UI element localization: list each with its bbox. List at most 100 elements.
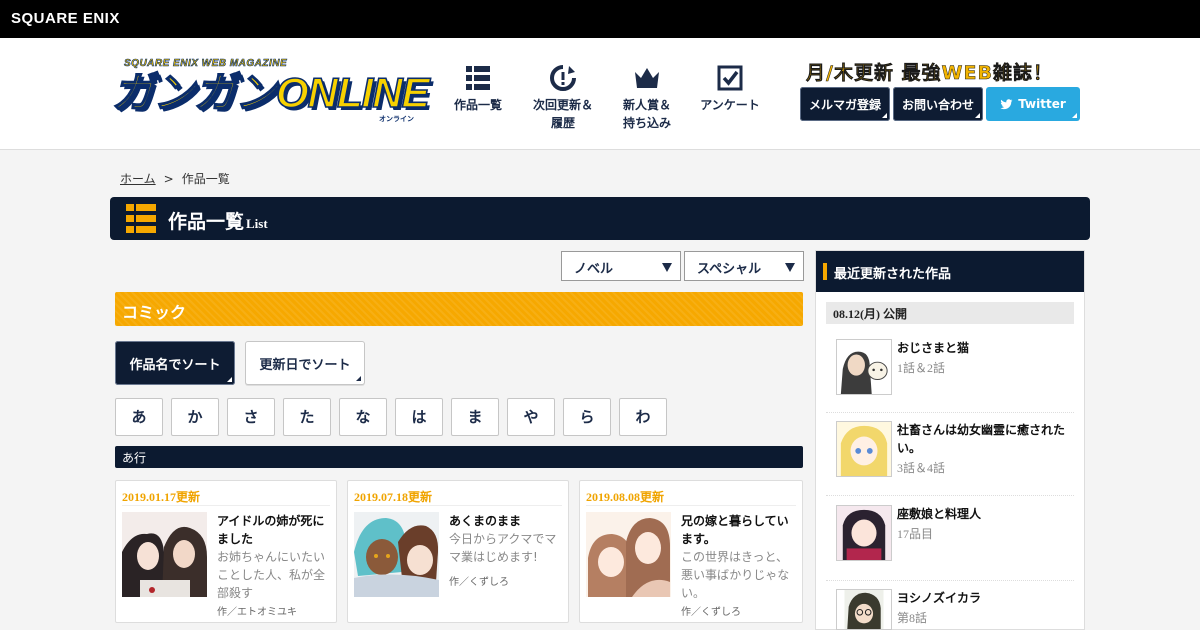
logo-title: ガンガンONLINE (111, 68, 430, 117)
square-enix-logo[interactable]: SQUARE ENIX (11, 10, 120, 27)
special-dropdown-label: スペシャル (697, 262, 762, 277)
work-card[interactable]: 2019.01.17更新 アイドルの姉が死にました お姉ちゃんにいたいことした人… (115, 480, 337, 623)
comic-section-heading: コミック (115, 292, 803, 326)
contact-label: お問い合わせ (901, 97, 974, 112)
work-thumbnail (586, 512, 671, 597)
sidebar-item-episode: 第8話 (897, 611, 928, 625)
corner-arrow-icon (975, 113, 980, 118)
nav-survey[interactable]: アンケート (690, 64, 770, 114)
sidebar-item-title: ヨシノズイカラ (897, 591, 982, 605)
sidebar-item-episode: 1話＆2話 (897, 361, 946, 375)
breadcrumb: ホーム > 作品一覧 (120, 170, 230, 187)
work-card[interactable]: 2019.08.08更新 兄の嫁と暮らしています。 この世界はきっと、悪い事ばか… (579, 480, 803, 623)
kana-filter-a[interactable]: あ (115, 398, 163, 436)
work-title: アイドルの姉が死にました (217, 514, 325, 546)
kana-filter-ka[interactable]: か (171, 398, 219, 436)
kana-filter-ra[interactable]: ら (563, 398, 611, 436)
sort-by-name-button[interactable]: 作品名でソート (115, 341, 235, 385)
work-author: 作／エトオミユキ (217, 607, 297, 618)
contact-button[interactable]: お問い合わせ (893, 87, 983, 121)
page-title-sub: List (246, 216, 268, 231)
triangle-down-icon (662, 263, 672, 272)
breadcrumb-current: 作品一覧 (181, 172, 230, 186)
work-description: お姉ちゃんにいたいことした人、私が全部殺す (217, 550, 326, 600)
newsletter-button[interactable]: メルマガ登録 (800, 87, 890, 121)
corner-arrow-icon (356, 376, 361, 381)
breadcrumb-separator: > (163, 172, 174, 186)
kana-filter-sa[interactable]: さ (227, 398, 275, 436)
update-date: 2019.07.18更新 (354, 490, 433, 504)
sort-by-date-button[interactable]: 更新日でソート (245, 341, 365, 385)
work-title: あくまのまま (449, 514, 522, 528)
gangan-online-logo[interactable]: SQUARE ENIX WEB MAGAZINE ガンガンONLINE オンライ… (110, 58, 430, 124)
work-title: 兄の嫁と暮らしています。 (681, 514, 789, 546)
nav-next-update-history[interactable]: 次回更新＆ 履歴 (523, 64, 603, 132)
update-date: 2019.01.17更新 (122, 490, 201, 504)
work-description: 今日からアクマでママ業はじめます! (449, 532, 557, 564)
work-author: 作／くずしろ (449, 577, 509, 588)
twitter-bird-icon (1000, 98, 1013, 109)
twitter-label: Twitter (1018, 97, 1066, 111)
sidebar-item[interactable]: ヨシノズイカラ 第8話 (826, 589, 1074, 630)
nav-label: 次回更新＆ 履歴 (532, 98, 593, 130)
work-thumbnail (354, 512, 439, 597)
checkbox-icon (717, 65, 743, 91)
sidebar-item[interactable]: おじさまと猫 1話＆2話 (826, 339, 1074, 413)
work-thumbnail (836, 589, 892, 630)
special-dropdown[interactable]: スペシャル (684, 251, 804, 281)
tagline: 月/木更新 最強WEB雑誌！ (806, 62, 1053, 85)
triangle-down-icon (785, 263, 795, 272)
novel-dropdown[interactable]: ノベル (561, 251, 681, 281)
kana-filter-na[interactable]: な (339, 398, 387, 436)
nav-label: 新人賞＆ 持ち込み (622, 98, 671, 130)
row-heading-a: あ行 (115, 446, 803, 468)
divider (122, 505, 330, 506)
work-author: 作／くずしろ (681, 607, 741, 618)
crown-icon (635, 68, 659, 88)
work-thumbnail (836, 505, 892, 561)
work-card[interactable]: 2019.07.18更新 あくまのまま 今日からアクマでママ業はじめます! 作／… (347, 480, 569, 623)
sidebar-item[interactable]: 座敷娘と料理人 17品目 (826, 505, 1074, 581)
twitter-button[interactable]: Twitter (986, 87, 1080, 121)
kana-filter-ha[interactable]: は (395, 398, 443, 436)
recent-updates-sidebar: 最近更新された作品 08.12(月) 公開 おじさまと猫 1話＆2話 社畜さんは… (815, 250, 1085, 630)
list-grid-icon (126, 204, 156, 233)
corporate-bar: SQUARE ENIX (0, 0, 1200, 38)
corner-arrow-icon (1072, 113, 1077, 118)
nav-newcomer-award[interactable]: 新人賞＆ 持ち込み (607, 64, 687, 132)
work-description: この世界はきっと、悪い事ばかりじゃない。 (681, 550, 790, 600)
sidebar-item-title: おじさまと猫 (897, 341, 970, 355)
work-thumbnail (836, 421, 892, 477)
update-date: 2019.08.08更新 (586, 490, 665, 504)
site-header: SQUARE ENIX WEB MAGAZINE ガンガンONLINE オンライ… (0, 38, 1200, 150)
corner-arrow-icon (882, 113, 887, 118)
sidebar-date: 08.12(月) 公開 (826, 302, 1074, 324)
logo-kana: オンライン (379, 115, 414, 123)
sidebar-item-episode: 17品目 (897, 527, 934, 541)
page-title-main: 作品一覧 (168, 211, 245, 233)
newsletter-label: メルマガ登録 (808, 97, 881, 112)
sidebar-item[interactable]: 社畜さんは幼女幽霊に癒されたい。 3話＆4話 (826, 421, 1074, 496)
list-grid-icon (466, 66, 490, 90)
kana-filter-ma[interactable]: ま (451, 398, 499, 436)
sort-by-name-label: 作品名でソート (129, 357, 221, 373)
work-thumbnail (836, 339, 892, 395)
page-title-bar: 作品一覧 List (110, 197, 1090, 240)
breadcrumb-home-link[interactable]: ホーム (120, 172, 156, 186)
sidebar-heading: 最近更新された作品 (816, 251, 1084, 292)
sort-by-date-label: 更新日でソート (259, 357, 351, 373)
nav-label: 作品一覧 (453, 98, 502, 112)
divider (586, 505, 796, 506)
page-title: 作品一覧 List (168, 207, 268, 234)
work-thumbnail (122, 512, 207, 597)
nav-label: アンケート (700, 98, 760, 112)
sidebar-item-title: 社畜さんは幼女幽霊に癒されたい。 (897, 423, 1066, 455)
kana-filter-ya[interactable]: や (507, 398, 555, 436)
divider (354, 505, 562, 506)
kana-filter-wa[interactable]: わ (619, 398, 667, 436)
history-clock-icon (550, 65, 576, 91)
sidebar-item-episode: 3話＆4話 (897, 461, 946, 475)
nav-works-list[interactable]: 作品一覧 (438, 64, 518, 114)
kana-filter-ta[interactable]: た (283, 398, 331, 436)
corner-arrow-icon (227, 377, 232, 382)
